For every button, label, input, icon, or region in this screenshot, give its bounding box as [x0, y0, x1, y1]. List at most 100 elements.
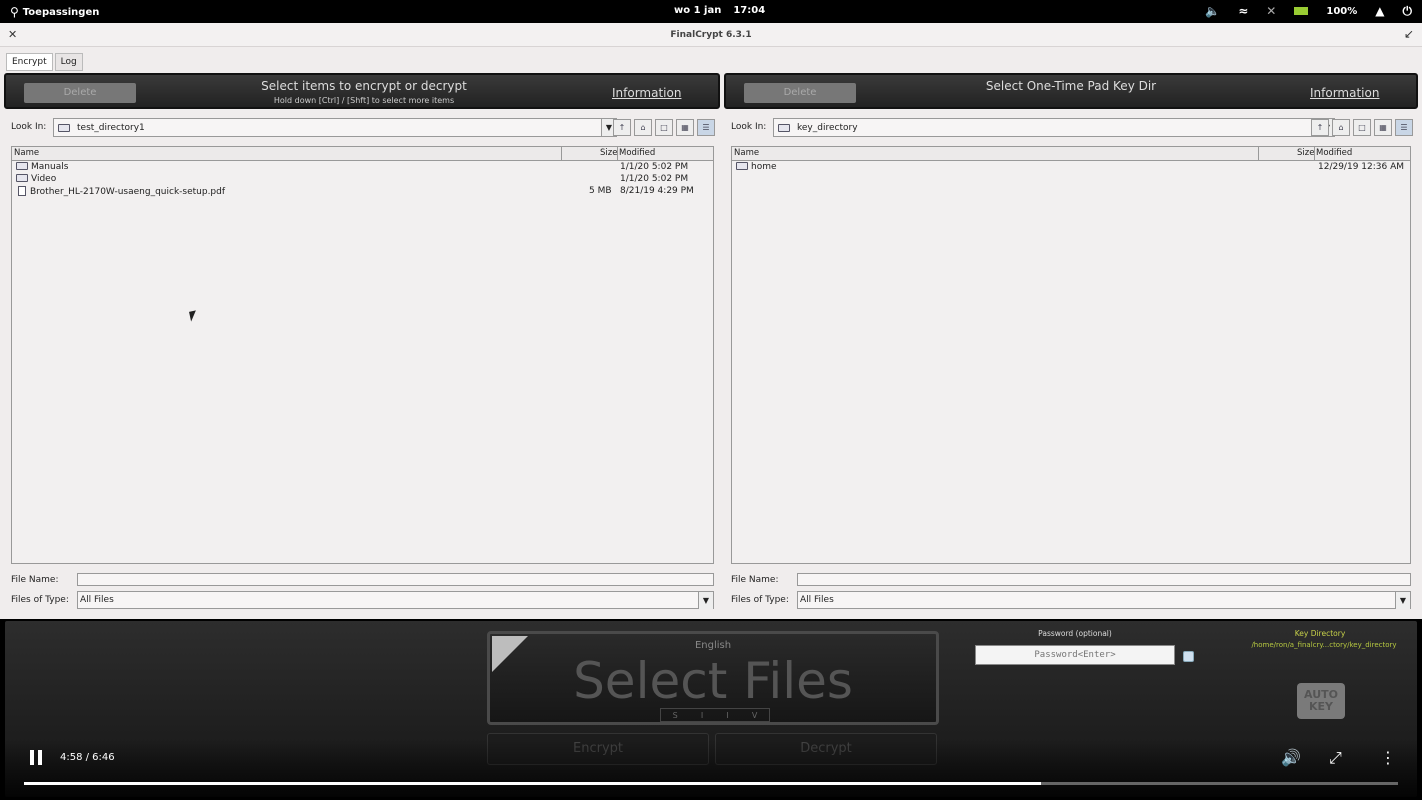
- look-in-combo[interactable]: test_directory1 ▼: [53, 118, 617, 137]
- files-of-type-label: Files of Type:: [731, 595, 789, 605]
- chooser-toolbar: ↑ ⌂ □ ▦ ☰: [1311, 119, 1413, 136]
- select-files-status: Select Files: [573, 652, 853, 710]
- applications-label: Toepassingen: [22, 6, 100, 18]
- progress-fill: [24, 782, 1041, 785]
- activities-button[interactable]: ⚲ Toepassingen: [10, 5, 99, 19]
- list-view-icon[interactable]: ▦: [1374, 119, 1392, 136]
- system-tray[interactable]: 🔈 ≈ ✕ 100% ▲ ⏻: [1205, 4, 1412, 18]
- chooser-toolbar: ↑ ⌂ □ ▦ ☰: [613, 119, 715, 136]
- details-view-icon[interactable]: ☰: [697, 119, 715, 136]
- exit-fullscreen-icon[interactable]: ⤢: [1329, 748, 1342, 768]
- table-row[interactable]: Manuals 1/1/20 5:02 PM: [12, 162, 713, 174]
- password-input[interactable]: [975, 645, 1175, 665]
- window-title: FinalCrypt 6.3.1: [670, 30, 752, 40]
- file-list-header: Name Size Modified: [732, 147, 1410, 161]
- table-row[interactable]: home 12/29/19 12:36 AM: [732, 162, 1410, 174]
- indicator-v: V: [751, 710, 758, 720]
- search-icon: ⚲: [10, 5, 19, 19]
- tab-encrypt[interactable]: Encrypt: [6, 53, 53, 71]
- right-file-chooser: Look In: key_directory ▼ ↑ ⌂ □ ▦ ☰ Name …: [731, 113, 1413, 613]
- indicator-i: I: [700, 710, 704, 720]
- delete-button[interactable]: Delete: [24, 83, 136, 103]
- home-icon[interactable]: ⌂: [1332, 119, 1350, 136]
- time-label: 17:04: [733, 5, 766, 16]
- bell-icon: ▲: [1375, 4, 1385, 18]
- power-icon: ⏻: [1402, 4, 1413, 18]
- volume-icon: 🔈: [1205, 4, 1221, 18]
- right-header-panel: Delete Select One-Time Pad Key Dir Infor…: [724, 73, 1418, 109]
- password-checkbox[interactable]: [1183, 651, 1194, 662]
- left-header-panel: Delete Select items to encrypt or decryp…: [4, 73, 720, 109]
- video-controls: 4:58 / 6:46 🔊 ⤢ ⋮: [0, 740, 1422, 800]
- file-name: Manuals: [31, 162, 69, 172]
- bluetooth-off-icon: ✕: [1266, 4, 1277, 18]
- file-name-label: File Name:: [11, 575, 59, 585]
- time-display: 4:58 / 6:46: [60, 752, 115, 763]
- new-folder-icon[interactable]: □: [1353, 119, 1371, 136]
- battery-icon: [1294, 7, 1309, 15]
- delete-button[interactable]: Delete: [744, 83, 856, 103]
- folder-icon: [58, 123, 70, 132]
- key-directory-path: /home/ron/a_finalcry...ctory/key_directo…: [1251, 641, 1397, 649]
- table-row[interactable]: Brother_HL-2170W-usaeng_quick-setup.pdf …: [12, 186, 713, 198]
- column-name[interactable]: Name: [734, 148, 759, 158]
- up-folder-icon[interactable]: ↑: [613, 119, 631, 136]
- pause-icon[interactable]: [28, 750, 44, 766]
- more-options-icon[interactable]: ⋮: [1380, 748, 1396, 767]
- files-of-type-value: All Files: [800, 595, 834, 605]
- file-name-input[interactable]: [77, 573, 714, 586]
- details-view-icon[interactable]: ☰: [1395, 119, 1413, 136]
- progress-bar[interactable]: [24, 782, 1398, 785]
- column-name[interactable]: Name: [14, 148, 39, 158]
- restore-icon[interactable]: ↙: [1404, 27, 1414, 41]
- column-size[interactable]: Size: [1297, 148, 1314, 158]
- column-modified[interactable]: Modified: [619, 148, 655, 158]
- file-name-input[interactable]: [797, 573, 1411, 586]
- battery-percent: 100%: [1326, 5, 1358, 17]
- status-display[interactable]: English Select Files S I I V: [487, 631, 939, 725]
- indicator-s: S: [672, 710, 678, 720]
- auto-key-button[interactable]: AUTO KEY: [1297, 683, 1345, 719]
- folder-icon: [16, 162, 28, 170]
- new-folder-icon[interactable]: □: [655, 119, 673, 136]
- look-in-label: Look In:: [731, 122, 767, 132]
- files-of-type-value: All Files: [80, 595, 114, 605]
- look-in-label: Look In:: [11, 122, 47, 132]
- chevron-down-icon[interactable]: ▼: [1395, 592, 1410, 609]
- finalcrypt-window: ✕ FinalCrypt 6.3.1 ↙ Encrypt Log Delete …: [0, 23, 1422, 619]
- file-modified: 1/1/20 5:02 PM: [620, 162, 689, 172]
- list-view-icon[interactable]: ▦: [676, 119, 694, 136]
- file-list[interactable]: Name Size Modified home 12/29/19 12:36 A…: [731, 146, 1411, 564]
- wifi-icon: ≈: [1238, 4, 1249, 18]
- home-icon[interactable]: ⌂: [634, 119, 652, 136]
- window-titlebar: ✕ FinalCrypt 6.3.1 ↙: [0, 23, 1422, 47]
- chevron-down-icon[interactable]: ▼: [698, 592, 713, 609]
- information-link[interactable]: Information: [612, 86, 681, 100]
- look-in-combo[interactable]: key_directory ▼: [773, 118, 1335, 137]
- screen: ⚲ Toepassingen wo 1 jan 17:04 🔈 ≈ ✕ 100%…: [0, 0, 1422, 800]
- left-header-title: Select items to encrypt or decrypt: [261, 79, 467, 93]
- clock[interactable]: wo 1 jan 17:04: [674, 5, 765, 16]
- column-size[interactable]: Size: [600, 148, 617, 158]
- key-directory-label: Key Directory: [1294, 629, 1346, 638]
- folder-icon: [736, 162, 748, 170]
- file-name: Video: [31, 174, 57, 184]
- file-name-label: File Name:: [731, 575, 779, 585]
- files-of-type-label: Files of Type:: [11, 595, 69, 605]
- language-selector[interactable]: English: [490, 640, 936, 651]
- up-folder-icon[interactable]: ↑: [1311, 119, 1329, 136]
- file-list-header: Name Size Modified: [12, 147, 713, 161]
- file-name: home: [751, 162, 777, 172]
- password-label: Password (optional): [1038, 629, 1112, 638]
- tab-bar: Encrypt Log: [6, 53, 83, 71]
- file-icon: [18, 186, 26, 196]
- file-list[interactable]: Name Size Modified Manuals 1/1/20 5:02 P…: [11, 146, 714, 564]
- tab-log[interactable]: Log: [54, 53, 83, 71]
- column-modified[interactable]: Modified: [1316, 148, 1352, 158]
- files-of-type-combo[interactable]: All Files ▼: [797, 591, 1411, 609]
- table-row[interactable]: Video 1/1/20 5:02 PM: [12, 174, 713, 186]
- information-link[interactable]: Information: [1310, 86, 1379, 100]
- indicator-i2: I: [726, 710, 729, 720]
- files-of-type-combo[interactable]: All Files ▼: [77, 591, 714, 609]
- volume-icon[interactable]: 🔊: [1281, 748, 1301, 767]
